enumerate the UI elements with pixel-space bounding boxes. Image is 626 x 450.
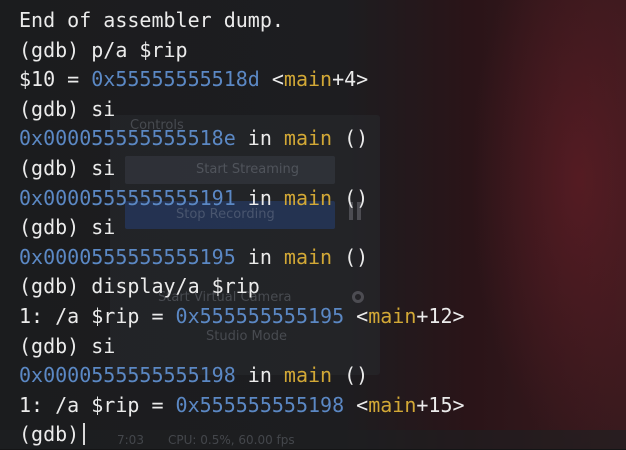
terminal-line: (gdb) si: [19, 332, 626, 362]
parens-text: (): [332, 244, 369, 269]
terminal-line: $10 = 0x55555555518d <main+4>: [19, 65, 626, 95]
address-value: 0x0000555555555198: [19, 363, 236, 388]
terminal-line: (gdb) si: [19, 154, 626, 184]
gdb-prompt: (gdb): [19, 422, 80, 447]
angle-open: <: [344, 392, 369, 417]
function-name: main: [283, 244, 333, 269]
function-name: main: [368, 392, 417, 417]
address-value: 0x000055555555518e: [19, 126, 236, 151]
terminal-line: 1: /a $rip = 0x555555555195 <main+12>: [19, 302, 626, 332]
address-value: 0x55555555518d: [91, 67, 260, 92]
command-text: p/a $rip: [91, 37, 188, 62]
command-text: si: [91, 215, 116, 240]
in-text: in: [235, 363, 284, 388]
offset-text: +4>: [332, 67, 369, 92]
gdb-prompt: (gdb): [19, 96, 80, 121]
terminal-line: 0x0000555555555191 in main (): [19, 184, 626, 214]
address-value: 0x555555555198: [175, 392, 345, 417]
command-text: display/a $rip: [91, 274, 260, 299]
terminal-line: 0x0000555555555198 in main (): [19, 361, 626, 391]
terminal-line: 0x000055555555518e in main (): [19, 124, 626, 154]
terminal-line: (gdb) p/a $rip: [19, 36, 626, 66]
terminal-input-line[interactable]: (gdb): [19, 420, 626, 450]
function-name: main: [368, 303, 417, 328]
in-text: in: [235, 126, 284, 151]
offset-text: +15>: [416, 392, 465, 417]
gdb-prompt: (gdb): [19, 274, 80, 299]
terminal-line: End of assembler dump.: [19, 6, 626, 36]
function-name: main: [283, 67, 333, 92]
display-prefix: 1: /a $rip =: [19, 303, 176, 328]
function-name: main: [283, 363, 333, 388]
parens-text: (): [332, 363, 369, 388]
command-text: si: [91, 96, 116, 121]
parens-text: (): [332, 126, 369, 151]
address-value: 0x555555555195: [175, 303, 345, 328]
terminal-line: (gdb) si: [19, 213, 626, 243]
gdb-prompt: (gdb): [19, 37, 80, 62]
angle-open: <: [259, 67, 284, 92]
parens-text: (): [332, 185, 369, 210]
address-value: 0x0000555555555195: [19, 244, 236, 269]
terminal-line: 1: /a $rip = 0x555555555198 <main+15>: [19, 391, 626, 421]
terminal-line: (gdb) si: [19, 95, 626, 125]
in-text: in: [235, 185, 284, 210]
output-prefix: $10 =: [19, 67, 92, 92]
command-text: si: [91, 155, 116, 180]
text-cursor: [83, 423, 86, 446]
command-text: si: [91, 333, 116, 358]
gdb-prompt: (gdb): [19, 215, 80, 240]
in-text: in: [235, 244, 284, 269]
function-name: main: [283, 126, 333, 151]
gdb-prompt: (gdb): [19, 333, 80, 358]
offset-text: +12>: [416, 303, 465, 328]
terminal-line: 0x0000555555555195 in main (): [19, 243, 626, 273]
gdb-prompt: (gdb): [19, 155, 80, 180]
assembler-dump-end: End of assembler dump.: [19, 8, 284, 32]
angle-open: <: [344, 303, 369, 328]
function-name: main: [283, 185, 333, 210]
terminal-line: (gdb) display/a $rip: [19, 272, 626, 302]
display-prefix: 1: /a $rip =: [19, 392, 176, 417]
gdb-terminal[interactable]: End of assembler dump. (gdb) p/a $rip $1…: [19, 6, 626, 450]
address-value: 0x0000555555555191: [19, 185, 236, 210]
